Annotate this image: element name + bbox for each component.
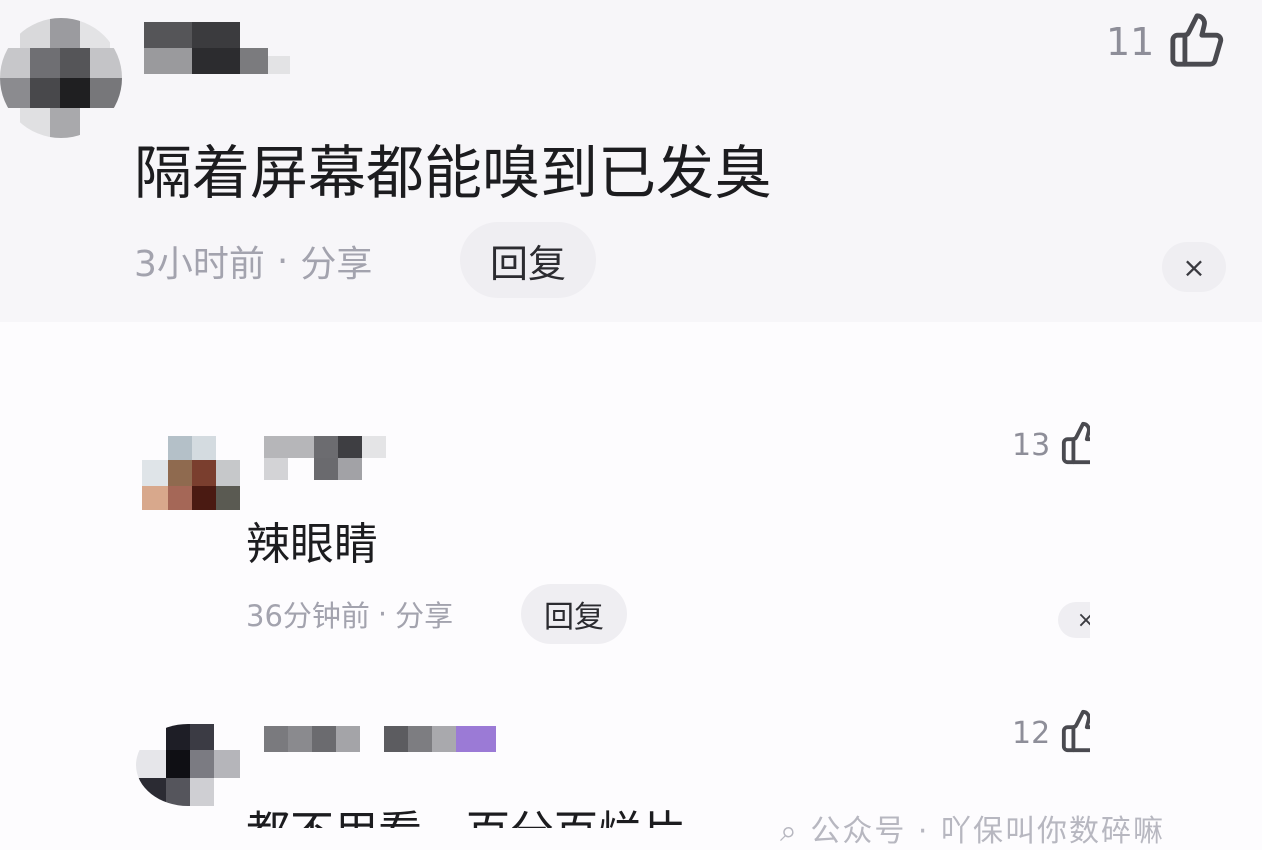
timestamp: 3小时前: [134, 244, 265, 285]
thumbs-up-icon: [1060, 420, 1090, 470]
username-blurred[interactable]: [144, 22, 290, 74]
share-link[interactable]: 分享: [300, 235, 372, 287]
reply-text: 都不用看，百分百烂片: [246, 796, 686, 828]
share-link[interactable]: 分享: [395, 593, 453, 635]
thumbs-up-icon: [1168, 11, 1226, 73]
close-icon[interactable]: ×: [1058, 602, 1090, 638]
avatar[interactable]: [142, 436, 240, 510]
like-count: 11: [1106, 20, 1155, 64]
reply-meta: 36分钟前 · 分享: [246, 594, 453, 634]
comment-text: 隔着屏幕都能嗅到已发臭: [134, 139, 773, 207]
close-icon[interactable]: ×: [1162, 242, 1226, 292]
reply-button[interactable]: 回复: [460, 222, 596, 298]
like-button[interactable]: 11: [1106, 12, 1226, 72]
like-button[interactable]: 12: [1012, 708, 1090, 758]
reply-button[interactable]: 回复: [521, 584, 627, 644]
like-button[interactable]: 13: [1012, 420, 1090, 470]
watermark: ⌕ 公众号 · 吖保叫你数碎嘛: [780, 814, 1165, 849]
reply-text: 辣眼睛: [246, 519, 378, 570]
comment-card: 11 隔着屏幕都能嗅到已发臭 3小时前 · 分享 回复 ×: [0, 0, 1262, 322]
like-count: 12: [1012, 715, 1051, 751]
username-blurred[interactable]: [264, 436, 386, 480]
like-count: 13: [1012, 427, 1051, 463]
replies-area: 13 辣眼睛 36分钟前 · 分享 回复 × 12: [0, 322, 1090, 828]
separator: ·: [276, 240, 289, 282]
username-blurred[interactable]: [264, 726, 496, 752]
comment-meta: 3小时前 · 分享: [134, 236, 372, 286]
separator: ·: [377, 597, 388, 631]
avatar[interactable]: [136, 724, 240, 806]
thumbs-up-icon: [1060, 708, 1090, 758]
avatar[interactable]: [0, 18, 122, 138]
timestamp: 36分钟前: [246, 599, 370, 633]
